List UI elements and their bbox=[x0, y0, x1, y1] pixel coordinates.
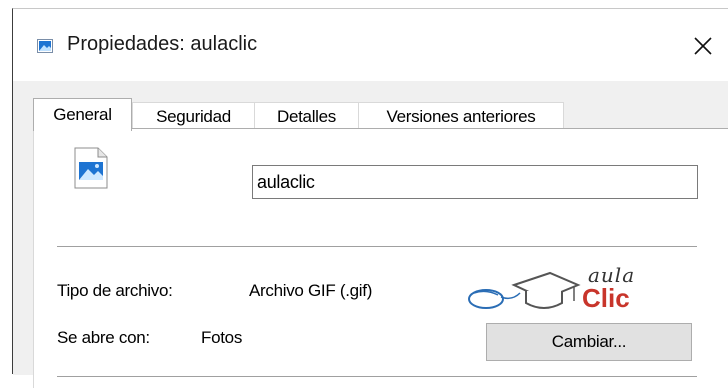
properties-dialog: Propiedades: aulaclic General Seguridad … bbox=[12, 8, 728, 388]
logo-clic-text: Clic bbox=[582, 283, 630, 313]
file-type-label: Tipo de archivo: bbox=[57, 281, 173, 300]
tab-seguridad[interactable]: Seguridad bbox=[132, 102, 255, 130]
tab-general[interactable]: General bbox=[33, 98, 132, 131]
close-icon[interactable] bbox=[692, 35, 714, 57]
title-bar[interactable]: Propiedades: aulaclic bbox=[13, 9, 728, 81]
tab-versiones-anteriores[interactable]: Versiones anteriores bbox=[358, 102, 564, 130]
image-file-icon bbox=[74, 147, 108, 189]
change-button[interactable]: Cambiar... bbox=[486, 323, 692, 361]
divider bbox=[57, 376, 697, 377]
image-file-icon bbox=[37, 39, 53, 53]
aulaclic-logo: aula Clic bbox=[464, 263, 634, 319]
file-type-value: Archivo GIF (.gif) bbox=[249, 281, 373, 300]
file-name-input[interactable] bbox=[252, 165, 698, 199]
divider bbox=[57, 246, 697, 247]
opens-with-value: Fotos bbox=[201, 328, 243, 347]
opens-with-label: Se abre con: bbox=[57, 328, 150, 347]
graduation-cap-mouse-icon bbox=[468, 271, 581, 309]
tab-detalles[interactable]: Detalles bbox=[254, 102, 359, 130]
dialog-body: General Seguridad Detalles Versiones ant… bbox=[13, 81, 728, 388]
general-panel: Tipo de archivo: Archivo GIF (.gif) aula… bbox=[33, 128, 728, 388]
window-title: Propiedades: aulaclic bbox=[67, 33, 258, 55]
